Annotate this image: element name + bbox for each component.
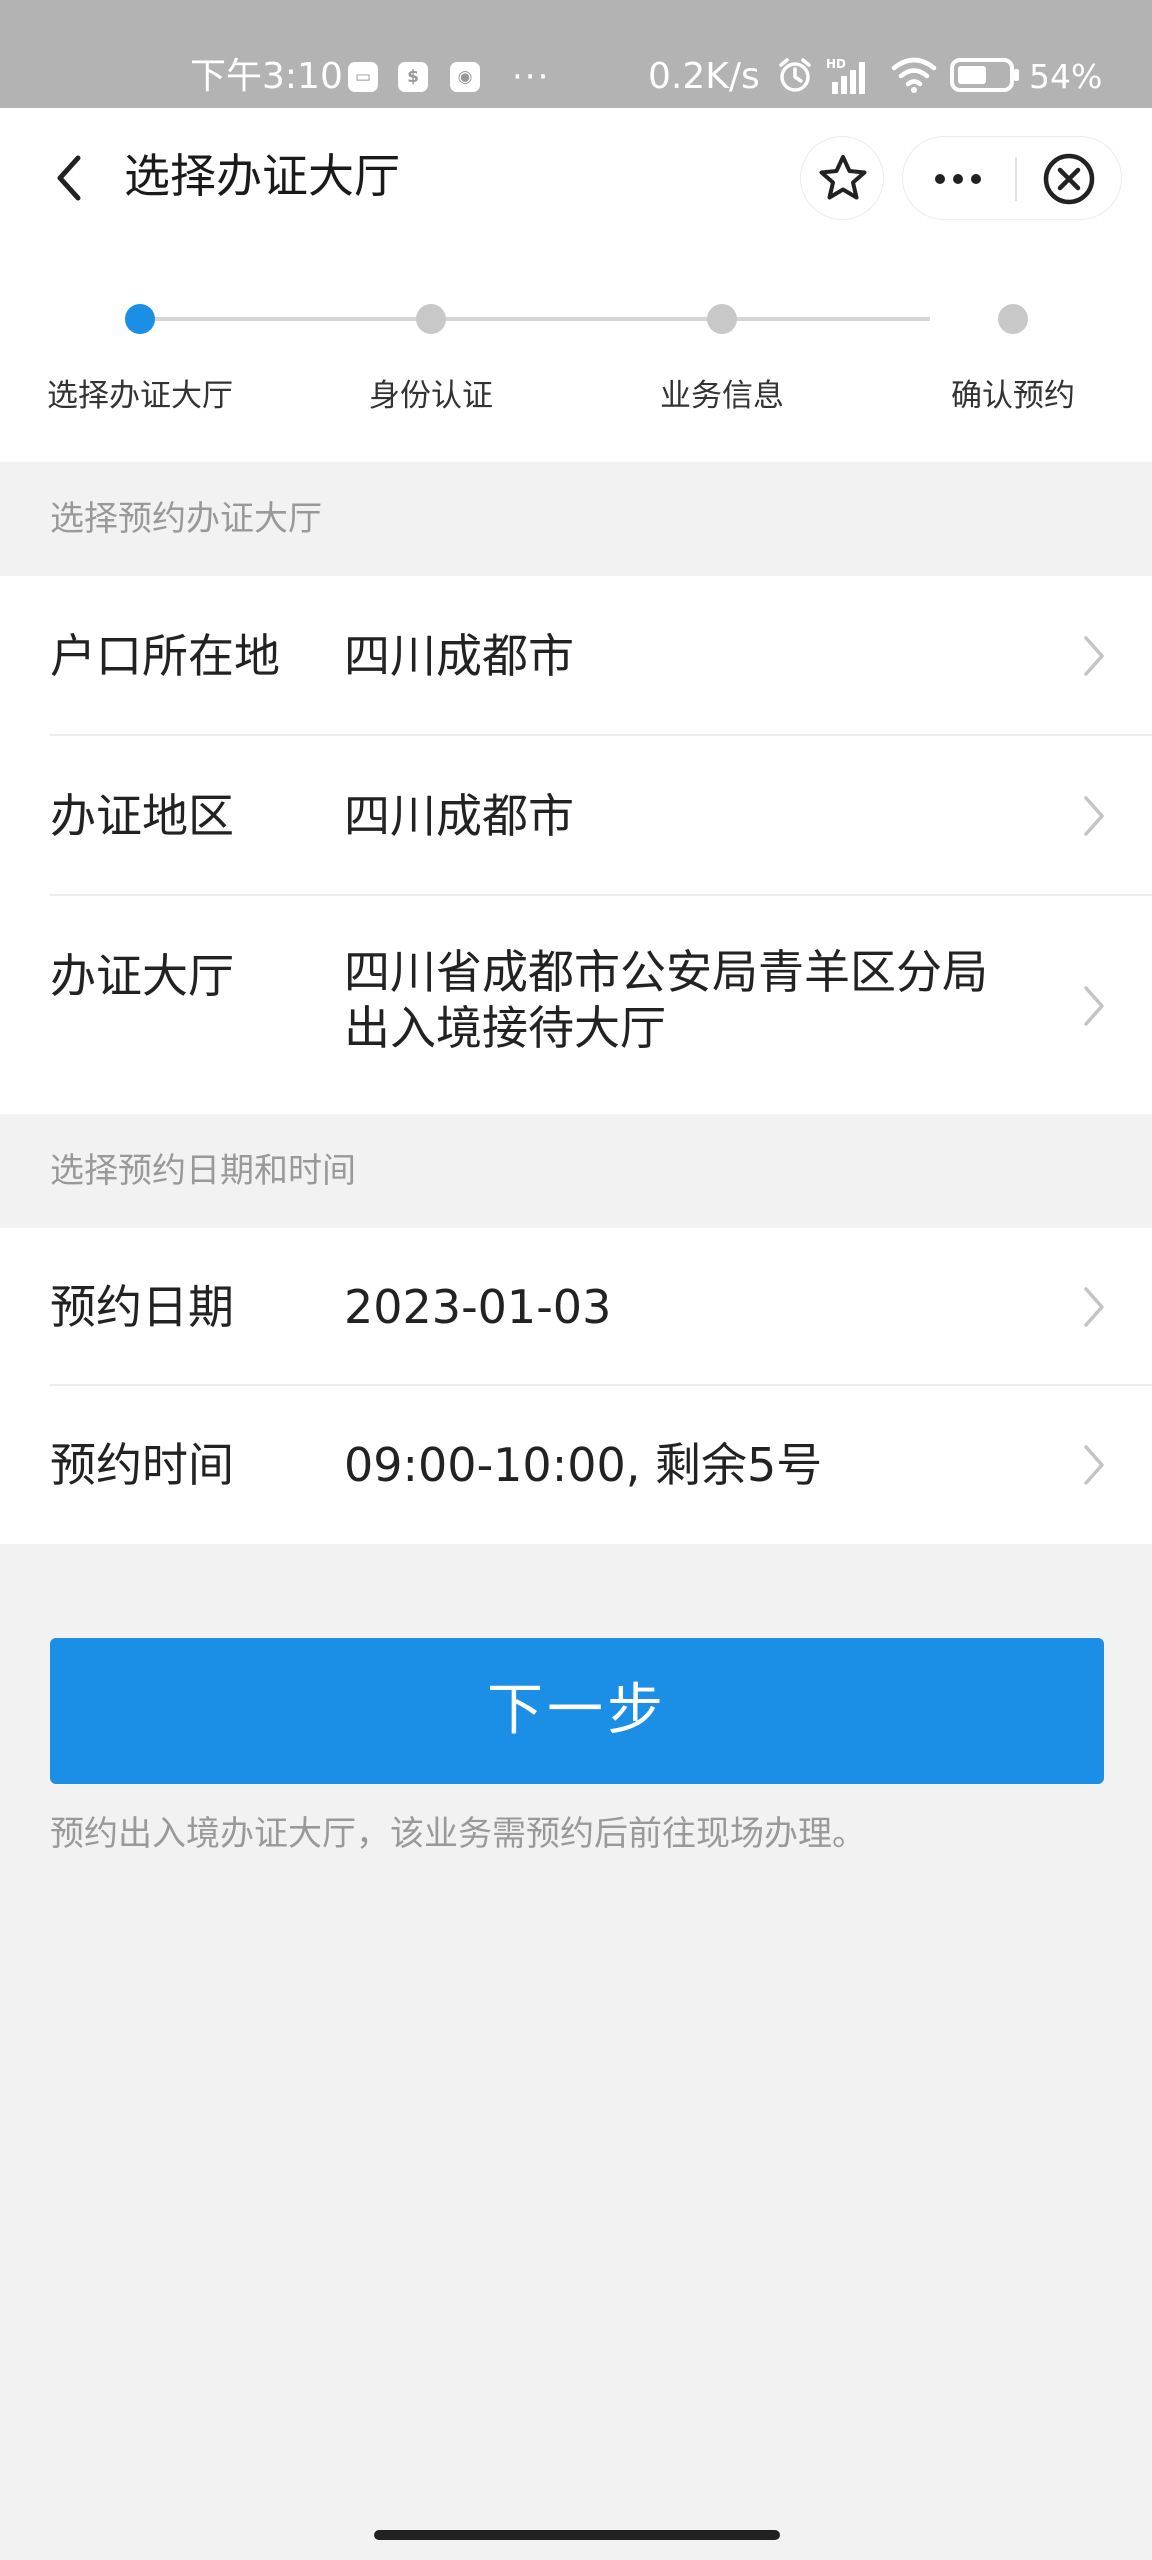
app-icon: ◉: [450, 62, 480, 92]
message-icon: ▭: [348, 62, 378, 92]
back-icon[interactable]: [40, 148, 100, 208]
alarm-icon: [779, 58, 811, 92]
residence-label: 户口所在地: [50, 629, 280, 683]
svg-text:HD: HD: [826, 57, 846, 71]
datetime-section-header: 选择预约日期和时间: [0, 1114, 1152, 1228]
chevron-right-icon: [1084, 796, 1104, 836]
battery-icon: [950, 58, 1019, 92]
wifi-icon: [891, 57, 937, 93]
step-dot-4: [998, 304, 1028, 334]
time-value: 09:00-10:00, 剩余5号: [344, 1438, 823, 1492]
hall-section-header: 选择预约办证大厅: [0, 462, 1152, 576]
step-dot-1: [125, 304, 155, 334]
step-label-1: 选择办证大厅: [47, 378, 233, 414]
signal-icon: HD: [826, 57, 865, 94]
hall-form: 户口所在地 四川成都市 办证地区 四川成都市 办证大厅 四川省成都市公安局青羊区…: [0, 576, 1152, 1114]
step-label-3: 业务信息: [660, 378, 784, 414]
close-circle-icon: [1043, 153, 1095, 205]
status-bar: 下午3:10 ▭ $ ◉ ··· 0.2K/s HD 54%: [0, 0, 1152, 108]
stepper-track: [140, 317, 930, 321]
progress-stepper: 选择办证大厅 身份认证 业务信息 确认预约: [0, 248, 1152, 462]
step-dot-3: [707, 304, 737, 334]
hall-label: 办证大厅: [50, 949, 234, 1003]
date-row[interactable]: 预约日期 2023-01-03: [0, 1228, 1152, 1386]
hall-value-line2: 出入境接待大厅: [344, 1001, 666, 1055]
close-button[interactable]: [1019, 137, 1123, 221]
residence-value: 四川成都市: [344, 629, 574, 683]
step-label-2: 身份认证: [369, 378, 493, 414]
residence-row[interactable]: 户口所在地 四川成都市: [0, 576, 1152, 736]
date-value: 2023-01-03: [344, 1280, 612, 1334]
more-icon: [935, 174, 981, 184]
region-row[interactable]: 办证地区 四川成都市: [0, 736, 1152, 896]
chevron-right-icon: [1084, 1287, 1104, 1327]
chevron-right-icon: [1084, 636, 1104, 676]
datetime-form: 预约日期 2023-01-03 预约时间 09:00-10:00, 剩余5号: [0, 1228, 1152, 1544]
page-title: 选择办证大厅: [124, 149, 400, 203]
chevron-right-icon: [1084, 986, 1104, 1026]
status-time: 下午3:10: [190, 56, 343, 97]
status-overflow: ···: [512, 57, 551, 97]
nav-bar: 选择办证大厅: [0, 108, 1152, 248]
more-button[interactable]: [903, 137, 1013, 221]
chevron-right-icon: [1084, 1445, 1104, 1485]
region-value: 四川成都市: [344, 789, 574, 843]
battery-percent: 54%: [1029, 57, 1103, 96]
star-icon: [819, 155, 867, 200]
hall-row[interactable]: 办证大厅 四川省成都市公安局青羊区分局 出入境接待大厅: [0, 896, 1152, 1114]
hall-value-line1: 四川省成都市公安局青羊区分局: [344, 945, 988, 999]
home-indicator[interactable]: [374, 2530, 780, 2540]
network-speed: 0.2K/s: [648, 56, 760, 97]
step-dot-2: [416, 304, 446, 334]
money-icon: $: [398, 62, 428, 92]
screen: 下午3:10 ▭ $ ◉ ··· 0.2K/s HD 54% 选择办证大厅 选择…: [0, 0, 1152, 2560]
capsule-divider: [1015, 157, 1017, 201]
region-label: 办证地区: [50, 789, 234, 843]
appointment-notice: 预约出入境办证大厅，该业务需预约后前往现场办理。: [50, 1814, 866, 1854]
next-step-button[interactable]: 下一步: [50, 1638, 1104, 1784]
mini-program-capsule: [902, 136, 1122, 220]
date-label: 预约日期: [50, 1280, 234, 1334]
time-row[interactable]: 预约时间 09:00-10:00, 剩余5号: [0, 1386, 1152, 1544]
favorite-button[interactable]: [800, 136, 884, 220]
step-label-4: 确认预约: [951, 378, 1075, 414]
time-label: 预约时间: [50, 1438, 234, 1492]
